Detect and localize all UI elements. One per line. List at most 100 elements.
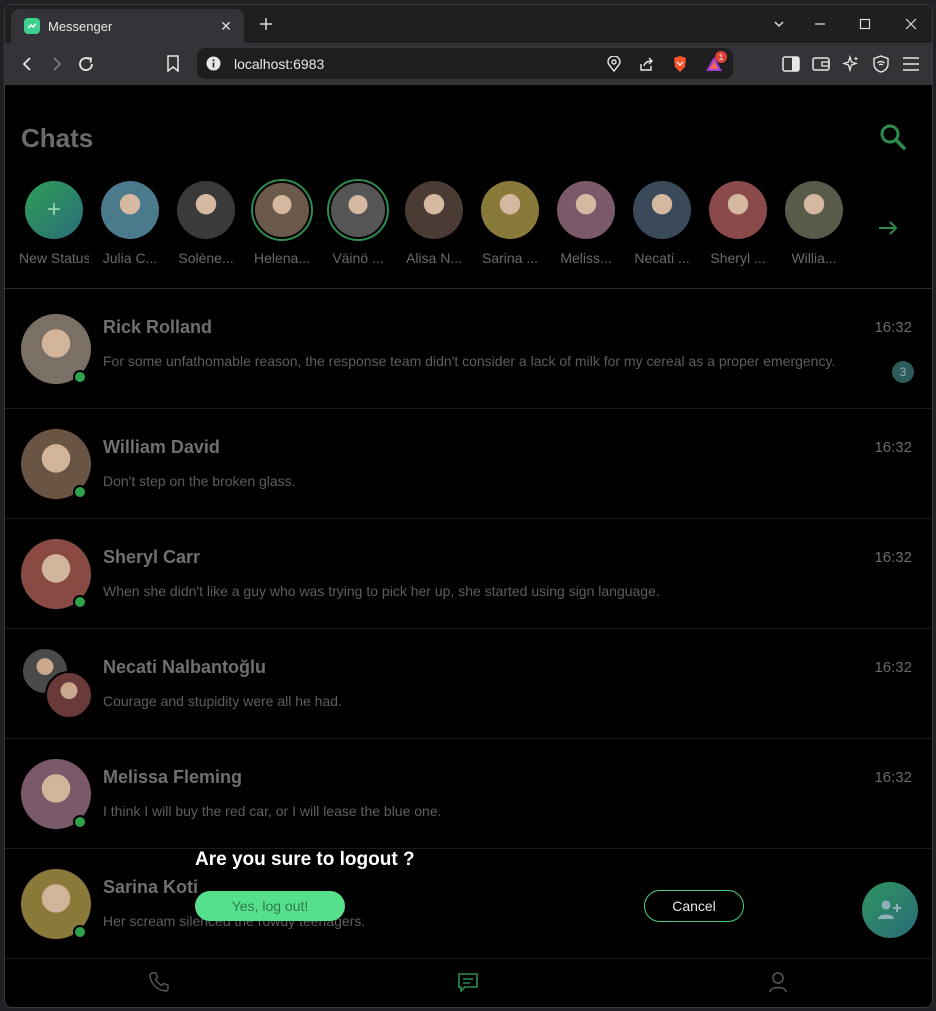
minimize-icon[interactable] [809,13,831,35]
online-indicator [73,815,87,829]
chat-last-message: When she didn't like a guy who was tryin… [103,583,660,599]
story-ring [707,179,769,241]
chat-time: 16:32 [874,549,912,566]
wallet-icon[interactable] [811,54,831,74]
vpn-shield-icon[interactable] [871,54,891,74]
chat-name: William David [103,437,220,457]
story-name: Väinö ... [332,250,384,266]
story-item[interactable]: Alisa N... [399,179,469,266]
avatar [709,181,767,239]
share-icon[interactable] [637,55,655,73]
chat-name: Sheryl Carr [103,547,201,567]
tab-search-chevron-icon[interactable] [768,13,790,35]
avatar [331,183,385,237]
online-indicator [73,370,87,384]
story-item[interactable]: Necati ... [627,179,697,266]
story-item[interactable]: Väinö ... [323,179,393,266]
tab-title: Messenger [48,19,113,34]
logout-question: Are you sure to logout ? [195,849,415,870]
leo-ai-icon[interactable] [841,54,861,74]
avatar [557,181,615,239]
profile-icon[interactable] [768,971,792,995]
reload-icon[interactable] [75,53,97,75]
chat-name: Rick Rolland [103,317,213,337]
story-item[interactable]: Willia... [779,179,849,266]
maximize-icon[interactable] [854,13,876,35]
online-indicator [73,925,87,939]
story-item[interactable]: Sarina ... [475,179,545,266]
cancel-logout-button[interactable]: Cancel [644,890,744,922]
avatar [255,183,309,237]
new-status-button[interactable]: + New Status [19,179,89,266]
chat-last-message: Don't step on the broken glass. [103,473,296,489]
story-item[interactable]: Helena... [247,179,317,266]
story-ring [251,179,313,241]
chat-row[interactable]: Sarina Koti Her scream silenced the rowdy… [5,849,932,959]
page-title: Chats [21,123,94,153]
story-item[interactable]: Meliss... [551,179,621,266]
chat-last-message: I think I will buy the red car, or I wil… [103,803,442,819]
story-name: Sarina ... [481,250,539,266]
story-name: Necati ... [634,250,690,266]
calls-icon[interactable] [148,971,172,995]
site-info-icon[interactable] [206,56,221,71]
story-ring: + [23,179,85,241]
bottom-navigation [5,955,932,1007]
chat-time: 16:32 [874,319,912,336]
story-item[interactable]: Julia C... [95,179,165,266]
chat-row[interactable]: Necati Nalbantoğlu 16:32 Courage and stupi… [5,629,932,739]
story-ring [555,179,617,241]
plus-icon: + [25,181,83,239]
back-icon[interactable] [17,53,39,75]
story-ring [99,179,161,241]
story-item[interactable]: Sheryl ... [703,179,773,266]
bookmark-icon[interactable] [162,53,184,75]
avatar [785,181,843,239]
brave-rewards-icon[interactable]: 1 [705,51,727,73]
story-item[interactable]: Solène... [171,179,241,266]
location-icon[interactable] [605,55,623,73]
story-ring [403,179,465,241]
group-avatar [21,647,93,719]
add-contact-button[interactable] [862,882,918,938]
story-name: Julia C... [102,250,158,266]
browser-toolbar: localhost:6983 1 [5,43,932,85]
story-ring [175,179,237,241]
chat-row[interactable]: William David 16:32 Don't step on the brok… [5,409,932,519]
story-name: Alisa N... [405,250,462,266]
close-tab-icon[interactable]: ✕ [216,16,236,36]
chat-last-message: For some unfathomable reason, the respon… [103,353,836,369]
menu-icon[interactable] [901,54,921,74]
chats-icon[interactable] [457,971,481,995]
url-text: localhost:6983 [234,56,325,72]
chat-time: 16:32 [874,769,912,786]
chat-last-message: Courage and stupidity were all he had. [103,693,342,709]
address-bar[interactable]: localhost:6983 1 [197,48,733,79]
forward-icon[interactable] [45,53,67,75]
close-window-icon[interactable] [900,13,922,35]
chat-row[interactable]: Melissa Fleming 16:32 I think I will buy t… [5,739,932,849]
tab-messenger[interactable]: Messenger ✕ [11,9,244,43]
confirm-logout-button[interactable]: Yes, log out! [195,891,345,921]
online-indicator [73,595,87,609]
avatar [633,181,691,239]
avatar [45,671,93,719]
avatar [481,181,539,239]
chat-row[interactable]: Rick Rolland 16:32 For some unfathomable r… [5,289,932,409]
avatar [405,181,463,239]
story-name: New Status [19,250,89,266]
browser-window: Messenger ✕ localhost:6983 1 Chats + New… [4,4,933,1008]
chat-name: Melissa Fleming [103,767,243,787]
search-icon[interactable] [879,123,907,151]
unread-count-badge: 3 [892,361,914,383]
sidebar-icon[interactable] [781,54,801,74]
brave-shield-icon[interactable] [671,55,689,73]
arrow-right-icon[interactable] [877,217,899,239]
chat-row[interactable]: Sheryl Carr 16:32 When she didn't like a g… [5,519,932,629]
avatar [177,181,235,239]
add-user-icon [878,900,901,919]
story-name: Solène... [178,250,234,266]
new-tab-icon[interactable] [255,13,277,35]
online-indicator [73,485,87,499]
tab-strip: Messenger ✕ [5,5,932,43]
